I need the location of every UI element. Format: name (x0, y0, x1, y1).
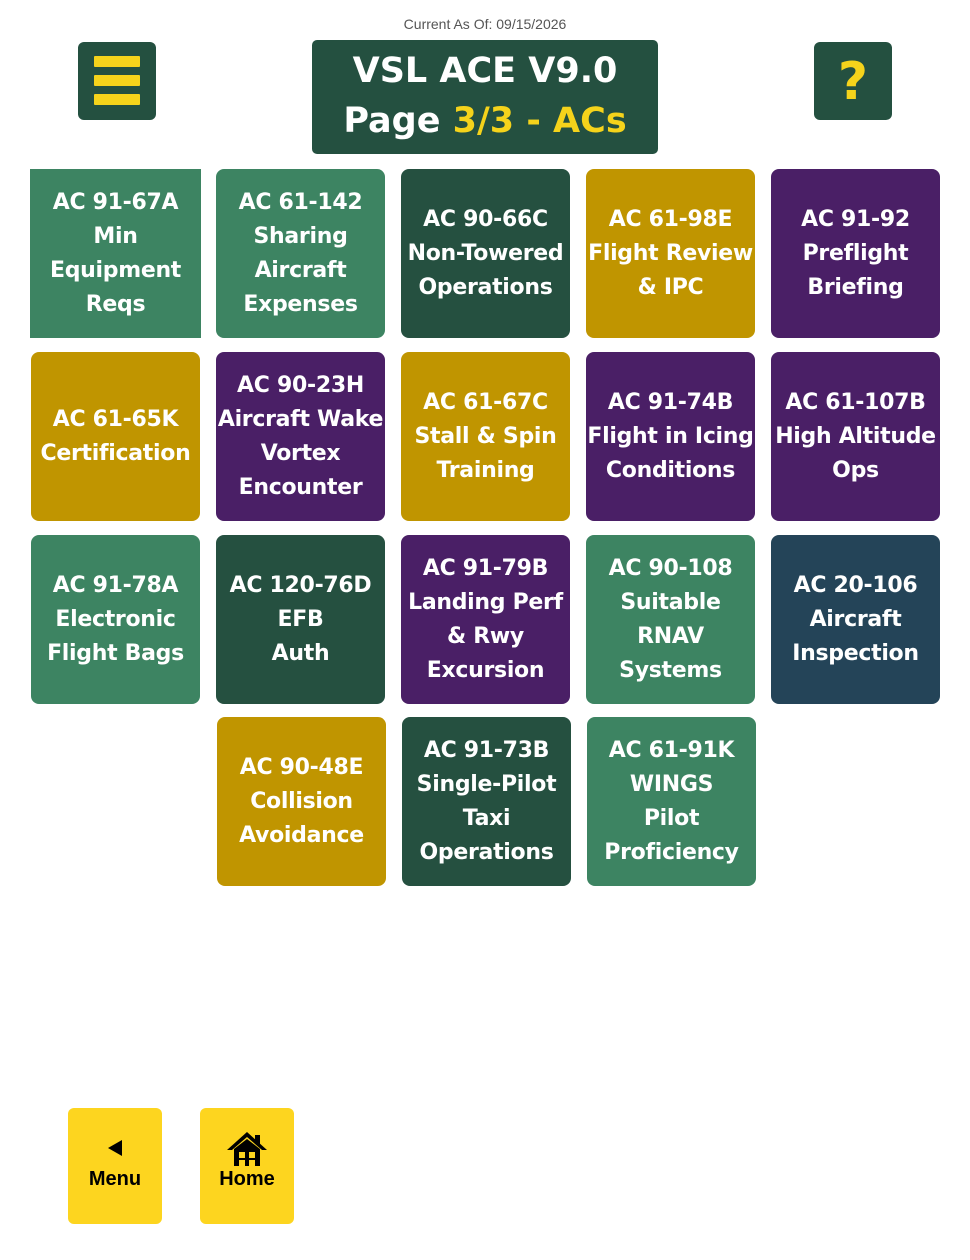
tile-line: Training (436, 457, 535, 483)
ac-tile[interactable]: AC 91-73B Single-Pilot Taxi Operations (402, 717, 571, 886)
tile-line: AC 61-65K (52, 406, 179, 432)
tile-line: AC 90-48E (239, 754, 364, 780)
ac-tile[interactable]: AC 120-76D EFB Auth (216, 535, 385, 704)
hamburger-icon-bar (94, 94, 140, 105)
tile-line: Operations (419, 839, 554, 865)
tile-line: Aircraft (809, 606, 902, 632)
tile-line: AC 61-67C (423, 389, 548, 415)
tile-line: Certification (40, 440, 191, 466)
tile-line: High Altitude (775, 423, 936, 449)
tile-line: Ops (832, 457, 879, 483)
tile-line: AC 61-107B (785, 389, 926, 415)
page-indicator: Page 3/3 - ACs (312, 96, 658, 146)
ac-tile[interactable]: AC 90-48E Collision Avoidance (217, 717, 386, 886)
tile-line: Equipment (49, 257, 182, 283)
ac-tile[interactable]: AC 91-74B Flight in Icing Conditions (586, 352, 755, 521)
tile-line: AC 91-67A (52, 189, 179, 215)
tile-line: & IPC (637, 274, 704, 300)
tile-line: Flight Review (588, 240, 753, 266)
tile-line: Excursion (426, 657, 545, 683)
tile-line: AC 120-76D (229, 572, 372, 598)
tile-line: Briefing (807, 274, 904, 300)
tile-line: Sharing (253, 223, 348, 249)
ac-tile[interactable]: AC 91-78A Electronic Flight Bags (31, 535, 200, 704)
app-title: VSL ACE V9.0 (352, 51, 618, 91)
tile-line: Expenses (243, 291, 358, 317)
ac-tile[interactable]: AC 61-67C Stall & Spin Training (401, 352, 570, 521)
home-button-label: Home (219, 1168, 275, 1190)
tile-line: Operations (418, 274, 553, 300)
page-prefix: Page (343, 101, 453, 141)
ac-tile[interactable]: AC 61-142 Sharing Aircraft Expenses (216, 169, 385, 338)
ac-tile[interactable]: AC 61-91K WINGS Pilot Proficiency (587, 717, 756, 886)
tile-line: Taxi (462, 805, 511, 831)
tile-line: AC 61-142 (238, 189, 363, 215)
menu-button-label: Menu (88, 1168, 142, 1190)
tile-line: AC 90-108 (608, 555, 733, 581)
hamburger-icon (94, 56, 140, 67)
tile-line: Non-Towered (407, 240, 564, 266)
menu-button[interactable]: Menu (68, 1108, 162, 1224)
ac-tile[interactable]: AC 91-92 Preflight Briefing (771, 169, 940, 338)
tile-line: AC 90-23H (237, 372, 364, 398)
ac-tile[interactable]: AC 61-65K Certification (31, 352, 200, 521)
tile-line: Aircraft Wake (217, 406, 384, 432)
tile-line: Pilot (643, 805, 700, 831)
tile-line: Avoidance (239, 822, 364, 848)
tile-line: Auth (271, 640, 330, 666)
page-number: 3/3 - ACs (452, 101, 627, 141)
tile-line: Electronic (55, 606, 176, 632)
tile-line: Stall & Spin (414, 423, 557, 449)
tile-line: AC 91-74B (607, 389, 734, 415)
tile-line: Reqs (85, 291, 146, 317)
tile-line: Encounter (238, 474, 363, 500)
ac-tile[interactable]: AC 91-67A Min Equipment Reqs (30, 169, 201, 338)
tile-line: Systems (619, 657, 722, 683)
tile-line: Landing Perf (408, 589, 563, 615)
tile-line: Flight in Icing (587, 423, 754, 449)
tile-line: AC 61-91K (608, 737, 735, 763)
as-of-date: Current As Of: 09/15/2026 (403, 16, 567, 32)
ac-tile[interactable]: AC 90-108 Suitable RNAV Systems (586, 535, 755, 704)
ac-tile[interactable]: AC 61-107B High Altitude Ops (771, 352, 940, 521)
tile-line: EFB (277, 606, 324, 632)
help-button[interactable]: ? (814, 42, 892, 120)
tile-line: & Rwy (447, 623, 524, 649)
tile-line: WINGS (629, 771, 714, 797)
tile-line: Collision (250, 788, 353, 814)
tile-line: Aircraft (254, 257, 347, 283)
tile-line: AC 91-92 (801, 206, 910, 232)
tile-line: Flight Bags (47, 640, 184, 666)
tile-line: AC 20-106 (793, 572, 918, 598)
tile-line: AC 91-73B (423, 737, 550, 763)
tile-line: Min (93, 223, 138, 249)
ac-tile[interactable]: AC 90-66C Non-Towered Operations (401, 169, 570, 338)
ac-tile[interactable]: AC 20-106 Aircraft Inspection (771, 535, 940, 704)
back-arrow-icon (68, 1138, 162, 1164)
ac-tile[interactable]: AC 90-23H Aircraft Wake Vortex Encounter (216, 352, 385, 521)
tile-line: AC 61-98E (608, 206, 733, 232)
ac-tile[interactable]: AC 91-79B Landing Perf & Rwy Excursion (401, 535, 570, 704)
tile-line: Vortex (260, 440, 341, 466)
tile-line: Proficiency (604, 839, 739, 865)
tile-line: Suitable (620, 589, 721, 615)
tile-line: AC 91-78A (52, 572, 179, 598)
tile-line: AC 91-79B (422, 555, 549, 581)
tile-line: Inspection (792, 640, 919, 666)
hamburger-icon-bar (94, 75, 140, 86)
tile-line: AC 90-66C (423, 206, 548, 232)
tile-line: Single-Pilot (416, 771, 557, 797)
tile-line: Preflight (802, 240, 909, 266)
tile-line: Conditions (605, 457, 736, 483)
home-button[interactable]: Home (200, 1108, 294, 1224)
page-title: VSL ACE V9.0 Page 3/3 - ACs (312, 40, 658, 154)
ac-tile[interactable]: AC 61-98E Flight Review & IPC (586, 169, 755, 338)
tile-line: RNAV (637, 623, 704, 649)
hamburger-menu-button[interactable] (78, 42, 156, 120)
